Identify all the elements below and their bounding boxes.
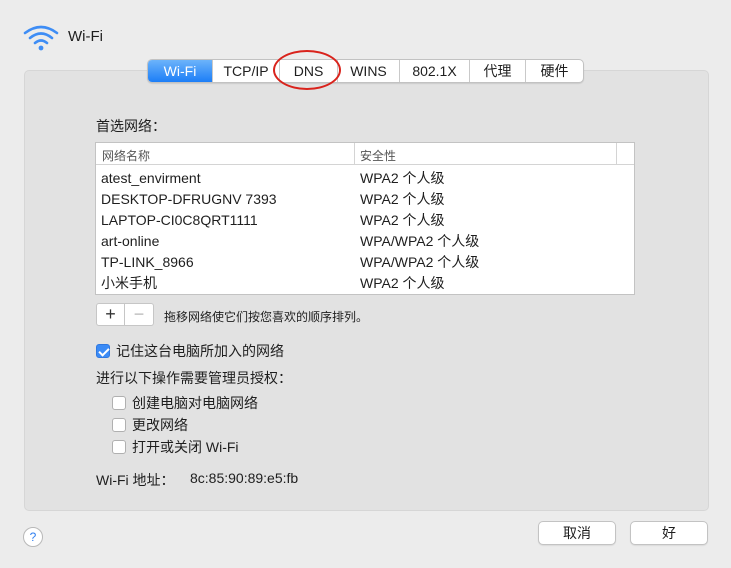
column-divider [354, 143, 355, 165]
remember-networks-label: 记住这台电脑所加入的网络 [116, 343, 284, 359]
table-header: 网络名称 安全性 [96, 143, 634, 165]
column-header-network-name[interactable]: 网络名称 [102, 147, 150, 164]
network-name: LAPTOP-CI0C8QRT1111 [101, 212, 258, 228]
change-network-checkbox[interactable] [112, 418, 126, 432]
toggle-wifi-label: 打开或关闭 Wi-Fi [132, 439, 239, 455]
ok-button[interactable]: 好 [630, 521, 708, 545]
network-name: atest_envirment [101, 170, 201, 186]
table-row[interactable]: art-online WPA/WPA2 个人级 [96, 231, 634, 252]
wifi-icon [23, 25, 59, 51]
tab-tcpip[interactable]: TCP/IP [213, 60, 280, 82]
dns-highlight-circle [273, 50, 341, 90]
window-title: Wi-Fi [68, 28, 103, 45]
tab-proxy[interactable]: 代理 [470, 60, 526, 82]
network-security: WPA2 个人级 [360, 275, 445, 291]
add-network-button[interactable]: + [96, 303, 125, 326]
table-row[interactable]: DESKTOP-DFRUGNV 7393 WPA2 个人级 [96, 189, 634, 210]
network-name: art-online [101, 233, 160, 249]
tab-bar: Wi-Fi TCP/IP DNS WINS 802.1X 代理 硬件 [147, 59, 584, 83]
preferred-networks-table[interactable]: 网络名称 安全性 atest_envirment WPA2 个人级 DESKTO… [95, 142, 635, 295]
tab-8021x[interactable]: 802.1X [400, 60, 470, 82]
table-row[interactable]: atest_envirment WPA2 个人级 [96, 168, 634, 189]
network-security: WPA2 个人级 [360, 191, 445, 207]
remember-networks-checkbox[interactable] [96, 344, 110, 358]
tab-wins[interactable]: WINS [338, 60, 400, 82]
tab-hardware[interactable]: 硬件 [526, 60, 583, 82]
table-row[interactable]: TP-LINK_8966 WPA/WPA2 个人级 [96, 252, 634, 273]
column-header-security[interactable]: 安全性 [360, 147, 396, 164]
network-name: 小米手机 [101, 275, 157, 291]
create-adhoc-label: 创建电脑对电脑网络 [132, 395, 258, 411]
toggle-wifi-checkbox[interactable] [112, 440, 126, 454]
network-security: WPA/WPA2 个人级 [360, 254, 480, 270]
network-security: WPA2 个人级 [360, 170, 445, 186]
remember-networks-option[interactable]: 记住这台电脑所加入的网络 [96, 341, 284, 361]
table-row[interactable]: 小米手机 WPA2 个人级 [96, 273, 634, 294]
help-button[interactable]: ? [23, 527, 43, 547]
network-security: WPA/WPA2 个人级 [360, 233, 480, 249]
wifi-address-value: 8c:85:90:89:e5:fb [190, 470, 299, 486]
cancel-button[interactable]: 取消 [538, 521, 616, 545]
admin-auth-label: 进行以下操作需要管理员授权： [96, 370, 292, 386]
network-name: DESKTOP-DFRUGNV 7393 [101, 191, 277, 207]
create-adhoc-checkbox[interactable] [112, 396, 126, 410]
network-name: TP-LINK_8966 [101, 254, 194, 270]
column-divider [616, 143, 617, 165]
change-network-option[interactable]: 更改网络 [112, 415, 188, 435]
tab-wifi[interactable]: Wi-Fi [148, 60, 213, 82]
preferred-networks-label: 首选网络： [96, 118, 166, 134]
change-network-label: 更改网络 [132, 417, 188, 433]
toggle-wifi-option[interactable]: 打开或关闭 Wi-Fi [112, 437, 239, 457]
remove-network-button[interactable]: − [125, 303, 154, 326]
wifi-address-label: Wi-Fi 地址： [96, 472, 175, 488]
create-adhoc-option[interactable]: 创建电脑对电脑网络 [112, 393, 258, 413]
reorder-hint: 拖移网络使它们按您喜欢的顺序排列。 [164, 310, 369, 324]
network-security: WPA2 个人级 [360, 212, 445, 228]
table-row[interactable]: LAPTOP-CI0C8QRT1111 WPA2 个人级 [96, 210, 634, 231]
